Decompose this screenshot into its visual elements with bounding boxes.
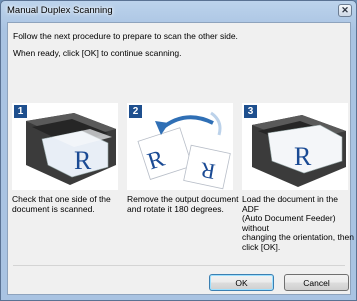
- step-1-description: Check that one side of the document is s…: [12, 194, 124, 214]
- document-letter: R: [74, 146, 92, 175]
- close-icon: ✕: [341, 5, 349, 15]
- dialog-title: Manual Duplex Scanning: [7, 5, 113, 16]
- step-3-desc-line-1: Load the document in the ADF: [242, 194, 338, 214]
- ok-button[interactable]: OK: [209, 274, 274, 291]
- scanner-with-document-icon: R: [26, 113, 116, 185]
- title-bar[interactable]: Manual Duplex Scanning ✕: [1, 1, 356, 21]
- dialog-window: Manual Duplex Scanning ✕ Follow the next…: [0, 0, 357, 301]
- step-3-description: Load the document in the ADF (Auto Docum…: [242, 194, 354, 252]
- step-2-illustration: R R 2: [127, 103, 233, 190]
- dialog-body: Follow the next procedure to prepare to …: [7, 22, 354, 295]
- step-badge-1: 1: [14, 105, 27, 118]
- rotate-document-icon: R R: [137, 111, 231, 190]
- cancel-button[interactable]: Cancel: [284, 274, 349, 291]
- step-3-desc-line-4: click [OK].: [242, 241, 281, 252]
- step-2-desc-line-2: and rotate it 180 degrees.: [127, 203, 224, 214]
- divider: [13, 265, 345, 266]
- load-document-adf-icon: R: [252, 115, 346, 187]
- instruction-text-2: When ready, click [OK] to continue scann…: [13, 48, 182, 58]
- step-3-desc-line-2: (Auto Document Feeder) without: [242, 213, 336, 233]
- step-2-description: Remove the output document and rotate it…: [127, 194, 239, 214]
- step-badge-3: 3: [244, 105, 257, 118]
- document-letter: R: [294, 142, 312, 171]
- step-1-illustration: R 1: [12, 103, 118, 190]
- step-3-illustration: R 3: [242, 103, 348, 190]
- step-badge-2: 2: [129, 105, 142, 118]
- step-1-desc-line-2: document is scanned.: [12, 203, 95, 214]
- close-button[interactable]: ✕: [338, 4, 352, 17]
- instruction-text-1: Follow the next procedure to prepare to …: [13, 31, 238, 41]
